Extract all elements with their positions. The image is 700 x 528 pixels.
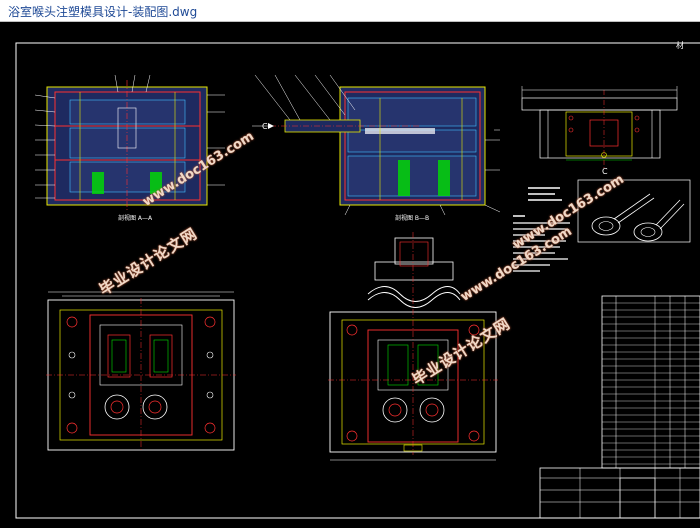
bottom-left-plan-view (46, 291, 236, 452)
top-right-plan-view (521, 86, 678, 168)
document-title: 浴室喉头注塑模具设计-装配图.dwg (8, 5, 198, 19)
window-titlebar: 浴室喉头注塑模具设计-装配图.dwg (0, 0, 700, 22)
section-view-a (34, 74, 225, 210)
detail-view-label: C (602, 167, 608, 176)
material-label: 材 (676, 41, 684, 50)
title-block (539, 467, 700, 519)
cad-drawing-canvas[interactable]: 剖视图 A—A 剖视图 B—B 材 C C www.doc163.com 毕业设… (0, 22, 700, 528)
section-label-b: 剖视图 B—B (395, 215, 430, 222)
section-label-a: 剖视图 A—A (118, 215, 153, 222)
section-arrow-label: C (262, 122, 268, 131)
section-view-b (254, 74, 501, 216)
parts-list-table (601, 295, 700, 469)
